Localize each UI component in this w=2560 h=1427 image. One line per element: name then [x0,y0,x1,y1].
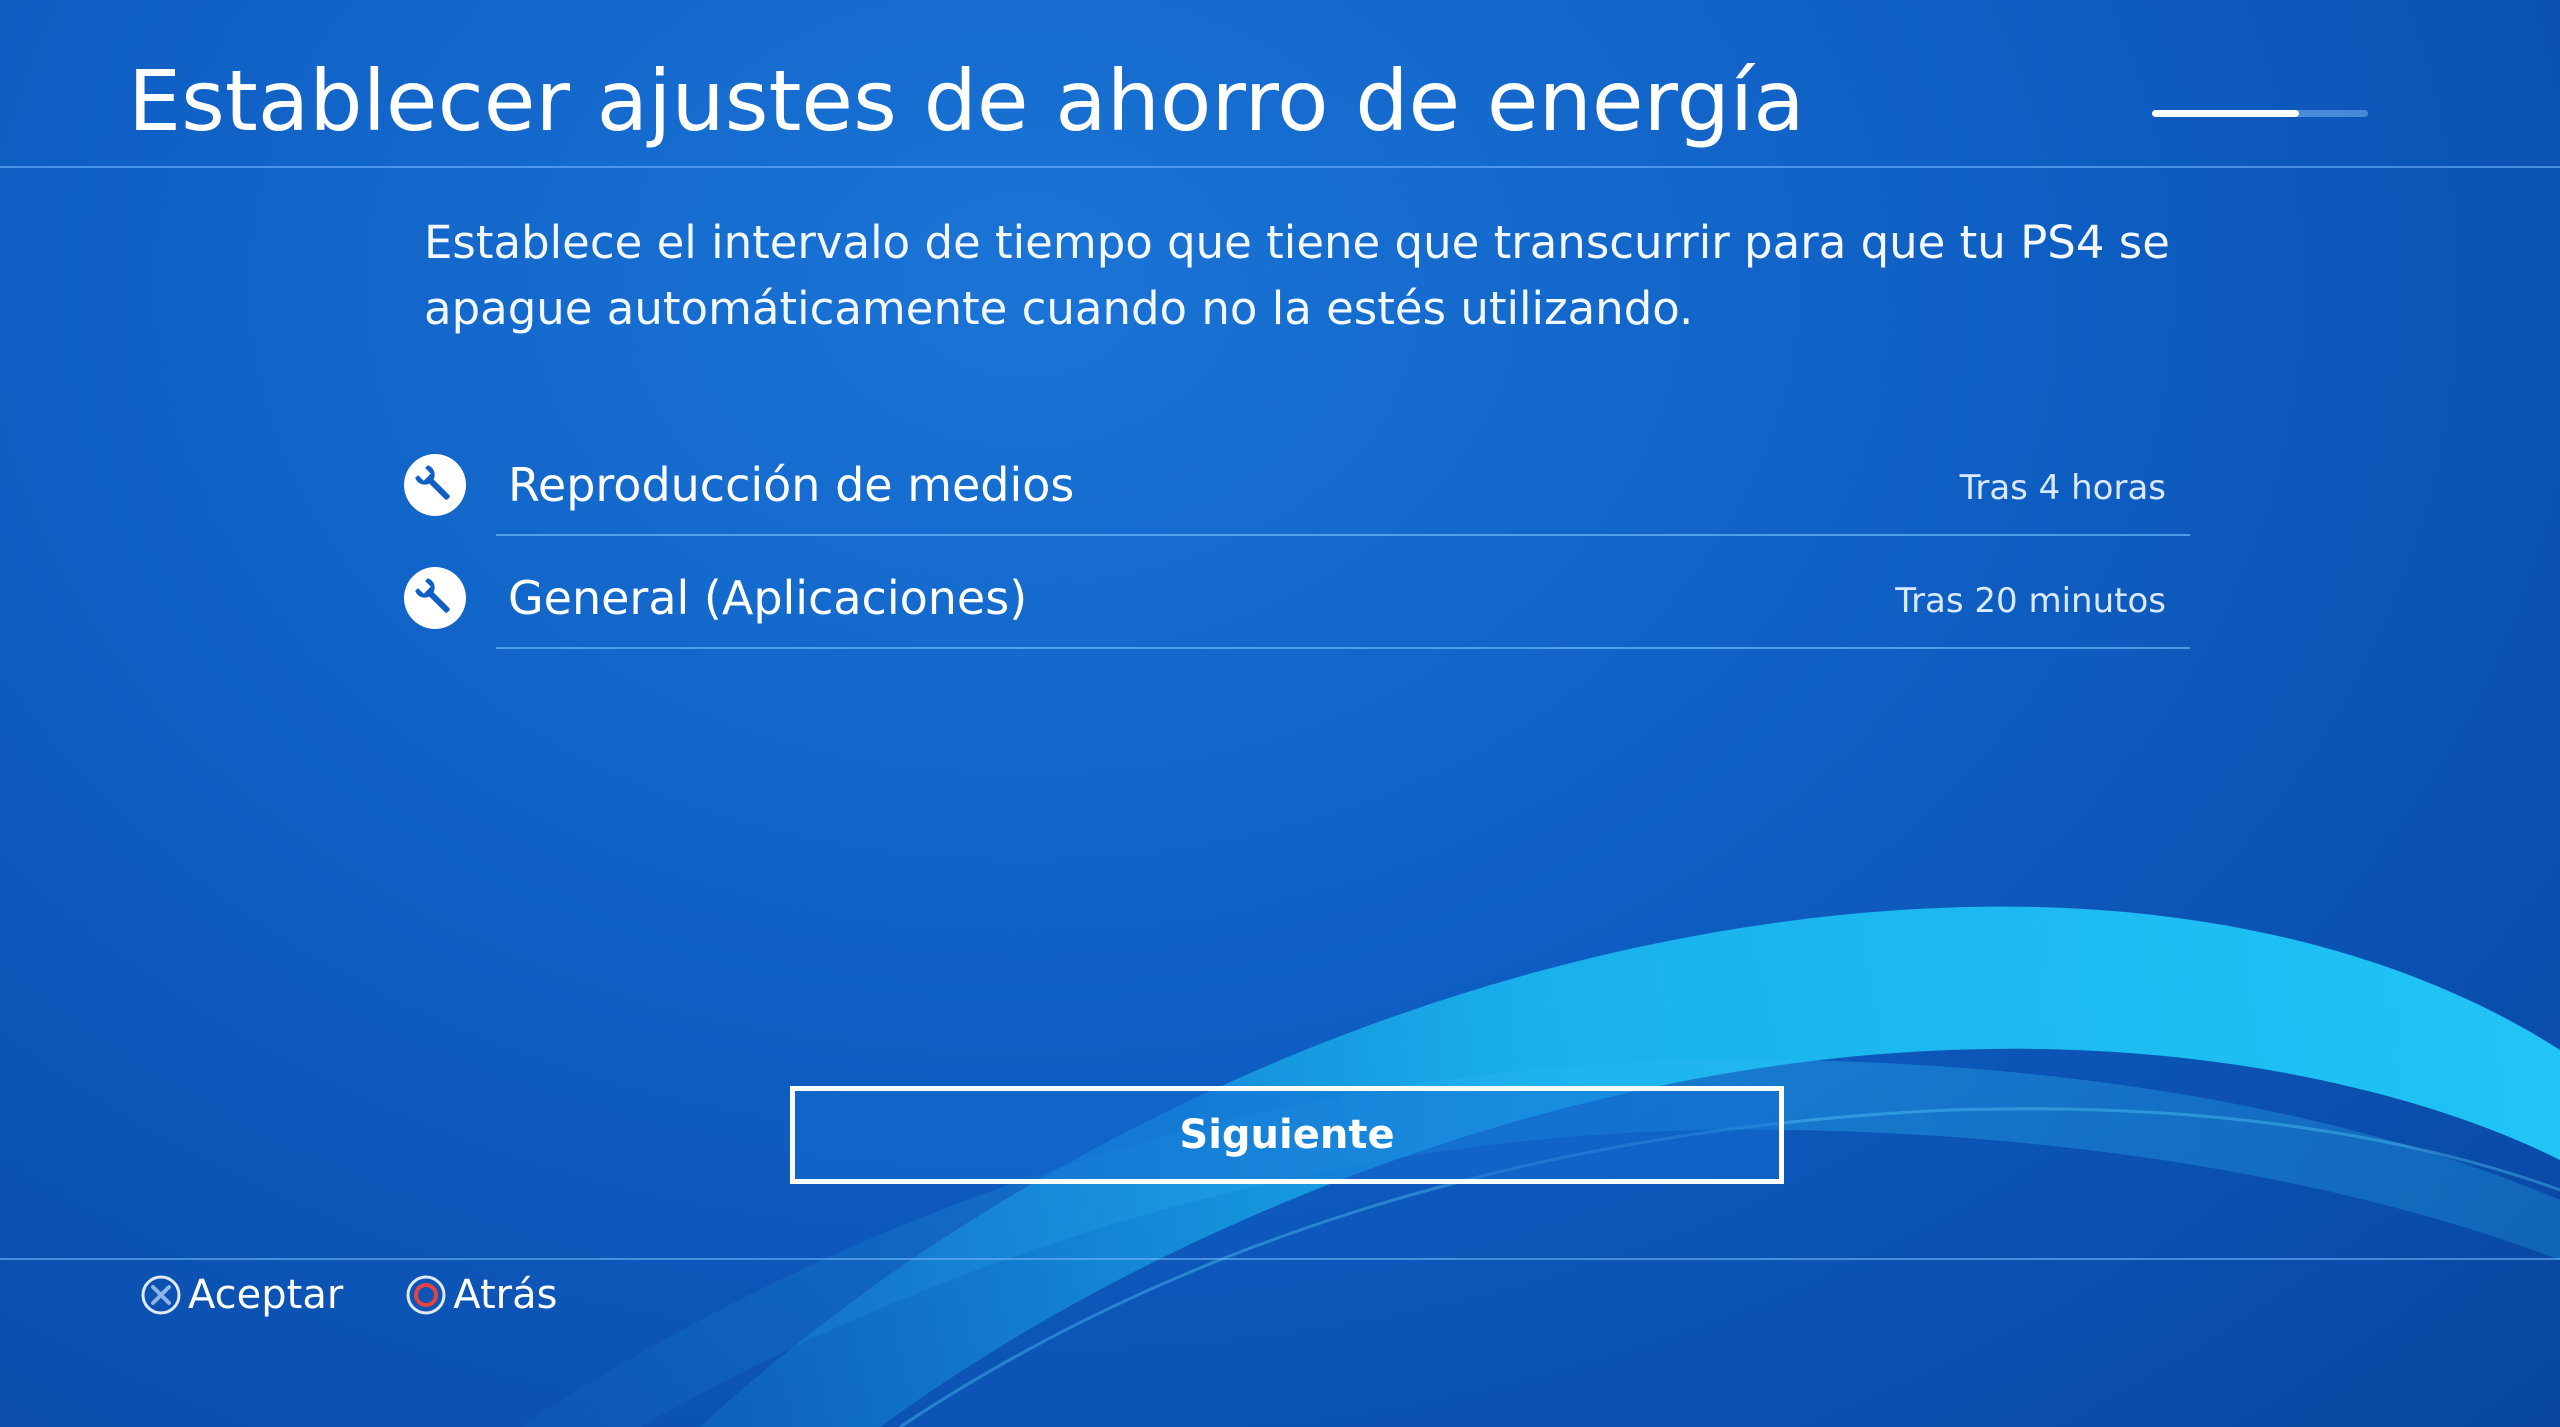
back-hint[interactable]: Atrás [405,1272,557,1318]
step-progress-fill [2152,110,2299,117]
wrench-icon [404,567,466,629]
row-divider [496,647,2190,649]
circle-button-icon [405,1274,447,1316]
next-button[interactable]: Siguiente [790,1086,1784,1184]
footer-divider [0,1258,2560,1260]
accept-label: Aceptar [188,1272,344,1318]
back-label: Atrás [453,1272,558,1318]
accept-hint[interactable]: Aceptar [140,1272,343,1318]
setting-value: Tras 4 horas [1959,468,2166,508]
description-text: Establece el intervalo de tiempo que tie… [424,216,2170,335]
wrench-icon [404,454,466,516]
step-progress-bar [2152,110,2368,117]
setting-row-media-playback[interactable]: Reproducción de medios Tras 4 horas [400,424,2190,536]
header-divider [0,166,2560,168]
setting-value: Tras 20 minutos [1895,581,2166,621]
row-divider [496,534,2190,536]
setting-row-general-apps[interactable]: General (Aplicaciones) Tras 20 minutos [400,537,2190,649]
button-hints: Aceptar Atrás [140,1272,619,1318]
page-title: Establecer ajustes de ahorro de energía [128,52,1805,150]
setting-label: General (Aplicaciones) [508,571,1028,625]
setting-label: Reproducción de medios [508,458,1075,512]
cross-button-icon [140,1274,182,1316]
